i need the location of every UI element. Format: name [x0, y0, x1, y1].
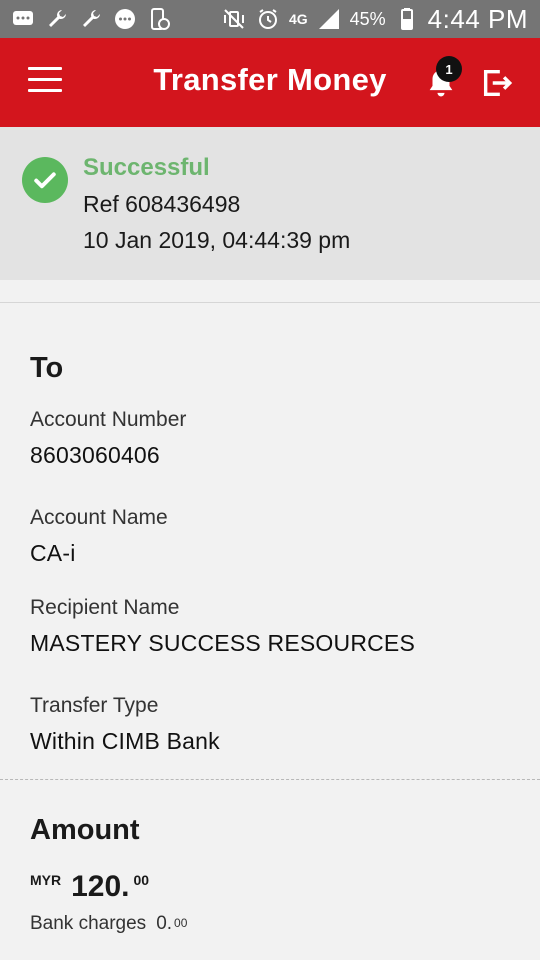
wrench-icon [44, 6, 70, 32]
bank-charges: Bank charges 0. 00 [30, 913, 187, 935]
bank-charges-cents: 00 [174, 916, 188, 930]
battery-icon [394, 6, 420, 32]
amount-cents: 00 [133, 872, 150, 888]
bank-charges-label: Bank charges [30, 913, 147, 934]
amount-section-title: Amount [30, 814, 140, 846]
account-number-label: Account Number [30, 408, 187, 431]
status-bar-system: 4G 45% 4:44 PM [221, 4, 540, 35]
app-bar: Transfer Money 1 [0, 38, 540, 127]
clock: 4:44 PM [427, 3, 528, 34]
currency-code: MYR [30, 872, 62, 888]
status-bar: 4G 45% 4:44 PM [0, 0, 540, 38]
phone-settings-icon [146, 6, 172, 32]
logout-icon[interactable] [480, 66, 516, 102]
amount-whole: 120. [71, 870, 130, 903]
bank-charges-whole: 0. [156, 913, 173, 934]
alarm-icon [255, 6, 281, 32]
section-divider [0, 779, 540, 780]
account-name-label: Account Name [30, 506, 168, 529]
signal-icon [316, 6, 342, 32]
to-section-title: To [30, 352, 64, 384]
recipient-name-value: MASTERY SUCCESS RESOURCES [30, 630, 416, 656]
transfer-type-label: Transfer Type [30, 694, 159, 717]
battery-percent: 45% [349, 8, 386, 29]
success-check-icon [22, 157, 68, 203]
vibrate-mute-icon [221, 6, 247, 32]
reference-number: Ref 608436498 [83, 191, 241, 217]
account-number-value: 8603060406 [30, 442, 160, 468]
transfer-datetime: 10 Jan 2019, 04:44:39 pm [83, 227, 351, 253]
status-bar-notifications [0, 6, 172, 32]
message-icon [112, 6, 138, 32]
amount-value: MYR 120. 00 [30, 870, 149, 904]
chat-bubble-icon [10, 6, 36, 32]
wrench-icon [78, 6, 104, 32]
network-type: 4G [288, 11, 308, 27]
notification-badge: 1 [436, 56, 462, 82]
transfer-result-panel: Successful Ref 608436498 10 Jan 2019, 04… [0, 127, 540, 280]
result-status: Successful [83, 154, 210, 181]
recipient-name-label: Recipient Name [30, 596, 180, 619]
account-name-value: CA-i [30, 540, 76, 566]
transfer-type-value: Within CIMB Bank [30, 728, 220, 754]
